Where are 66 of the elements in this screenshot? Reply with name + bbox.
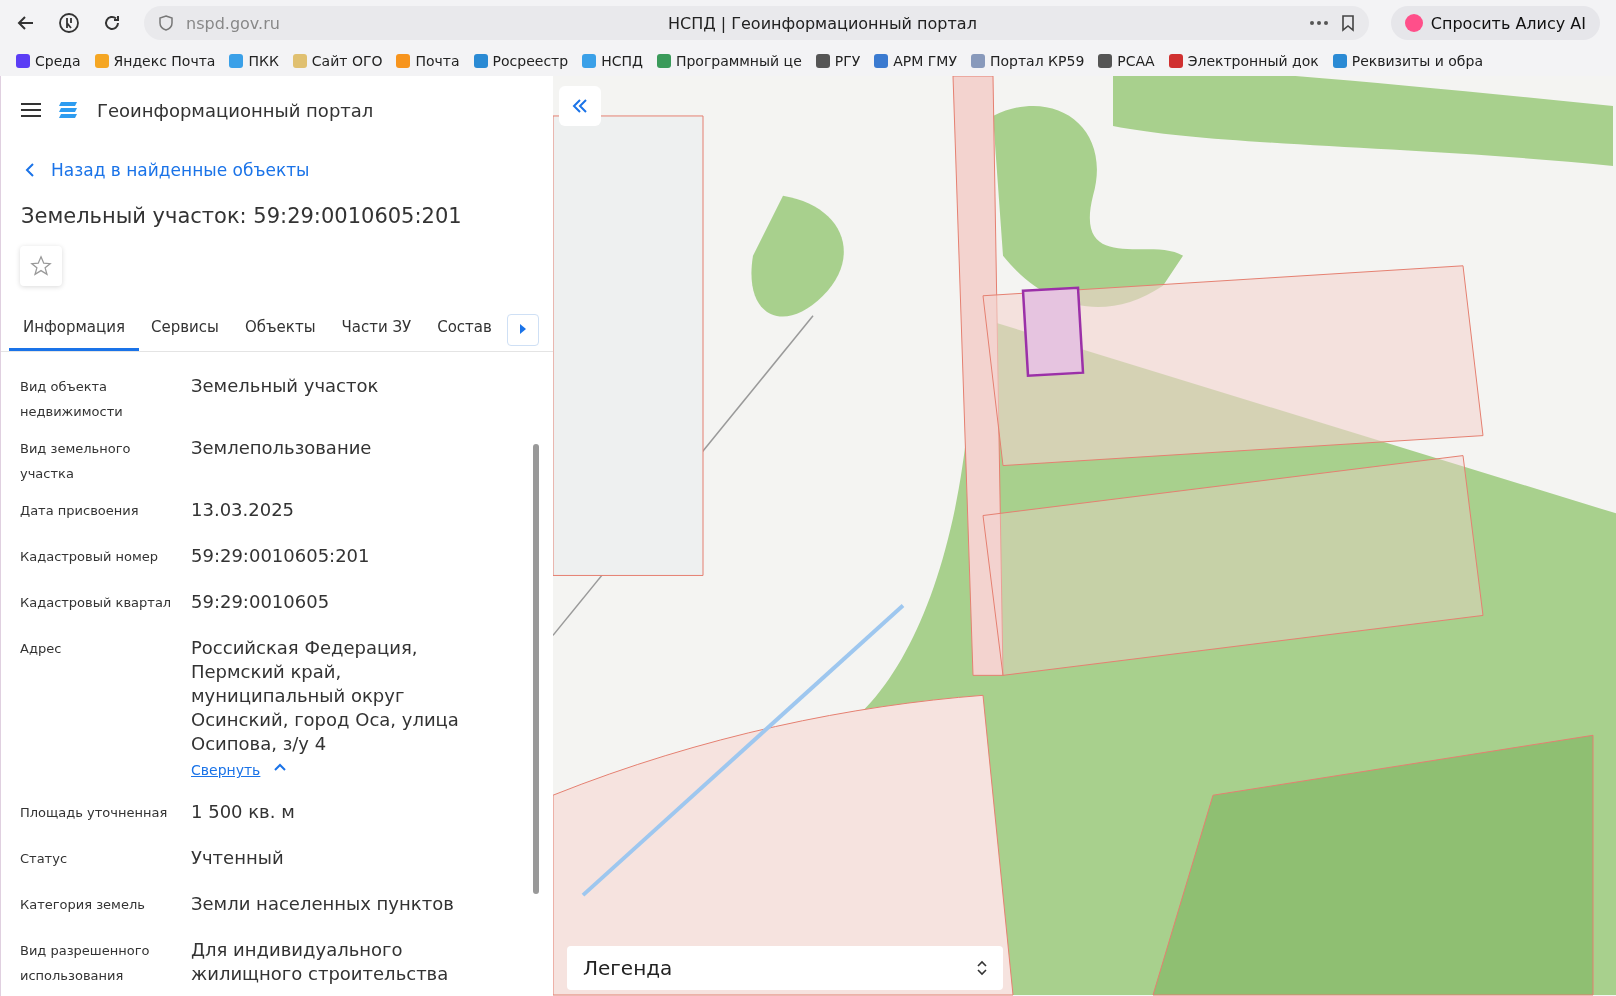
field-value: Земельный участок xyxy=(191,374,379,398)
tab[interactable]: Состав xyxy=(423,308,506,351)
tab[interactable]: Сервисы xyxy=(137,308,233,351)
bookmark-link[interactable]: Яндекс Почта xyxy=(94,53,216,69)
field-label: Кадастровый номер xyxy=(20,548,160,566)
shield-icon xyxy=(158,15,174,31)
tab[interactable]: Объекты xyxy=(230,308,330,351)
field-value: 59:29:0010605:201 xyxy=(191,544,370,568)
field-label: Площадь уточненная xyxy=(20,804,169,822)
double-chevron-left-icon xyxy=(572,99,588,113)
tab[interactable]: Части ЗУ xyxy=(327,308,426,351)
browser-logo-icon[interactable] xyxy=(58,12,80,34)
chevron-up-icon[interactable] xyxy=(274,763,287,771)
page-title: НСПД | Геоинформационный портал xyxy=(666,13,978,33)
expand-icon[interactable] xyxy=(977,960,987,976)
tabs-scroll-button[interactable] xyxy=(507,313,539,346)
field-label: Вид земельного участка xyxy=(20,440,132,483)
collapse-link[interactable]: Свернуть xyxy=(191,762,261,778)
field-label: Категория земель xyxy=(20,896,146,914)
back-link[interactable]: Назад в найденные объекты xyxy=(1,134,553,190)
app-title: Геоинформационный портал xyxy=(97,99,374,121)
bookmark-link[interactable]: Реквизиты и обра xyxy=(1332,53,1483,69)
alice-button[interactable]: Спросить Алису AI xyxy=(1390,6,1600,40)
field-label: Вид разрешенного использования xyxy=(20,942,151,985)
field-value: 1 500 кв. м xyxy=(191,800,295,824)
bookmark-link[interactable]: Сайт ОГО xyxy=(292,53,383,69)
object-heading: Земельный участок: 59:29:0010605:201 xyxy=(21,204,463,228)
bookmark-link[interactable]: НСПД xyxy=(582,53,643,69)
field-value: Учтенный xyxy=(191,846,284,870)
legend-bar[interactable]: Легенда xyxy=(567,946,1003,990)
bookmark-link[interactable]: Электронный док xyxy=(1168,53,1319,69)
bookmark-link[interactable]: Среда xyxy=(16,53,81,69)
field-label: Кадастровый квартал xyxy=(20,594,173,612)
caret-right-icon xyxy=(520,324,526,334)
field-label: Адрес xyxy=(20,640,63,658)
bookmark-link[interactable]: Портал КР59 xyxy=(971,53,1085,69)
field-label: Статус xyxy=(20,850,69,868)
menu-icon[interactable] xyxy=(21,102,41,118)
field-value: 13.03.2025 xyxy=(191,498,295,522)
bookmark-link[interactable]: Росреестр xyxy=(473,53,569,69)
scrollbar[interactable] xyxy=(533,444,539,894)
field-value: Землепользование xyxy=(191,436,372,460)
map-area[interactable]: Легенда xyxy=(553,76,1616,996)
favorite-button[interactable] xyxy=(20,246,62,286)
address-bar[interactable]: nspd.gov.ru НСПД | Геоинформационный портал xyxy=(144,6,1369,40)
chevron-left-icon xyxy=(25,163,35,177)
bookmark-link[interactable]: АРМ ГМУ xyxy=(874,53,957,69)
field-label: Вид объекта недвижимости xyxy=(20,378,124,421)
reload-icon[interactable] xyxy=(102,13,122,33)
field-value: Для индивидуального жилищного строительства xyxy=(191,938,450,986)
field-value: Российская Федерация, Пермский край, муниципальный округ Осинский, город Оса, улица Осипова, з/у 4 xyxy=(191,636,460,756)
legend-title: Легенда xyxy=(583,956,673,980)
field-value: Земли населенных пунктов xyxy=(191,892,454,916)
bookmark-link[interactable]: Почта xyxy=(396,53,460,69)
field-label: Дата присвоения xyxy=(20,502,140,520)
bookmark-icon[interactable] xyxy=(1340,14,1355,32)
tab[interactable]: Информация xyxy=(9,308,140,351)
field-value: 59:29:0010605 xyxy=(191,590,330,614)
collapse-panel-button[interactable] xyxy=(559,86,601,126)
more-icon[interactable] xyxy=(1308,20,1329,26)
url-text: nspd.gov.ru xyxy=(186,13,281,33)
bookmark-link[interactable]: РГУ xyxy=(815,53,861,69)
bookmark-link[interactable]: Программный це xyxy=(656,53,802,69)
bookmark-link[interactable]: РСАА xyxy=(1098,53,1155,69)
star-icon xyxy=(30,255,52,277)
bookmark-link[interactable]: ПКК xyxy=(229,53,279,69)
